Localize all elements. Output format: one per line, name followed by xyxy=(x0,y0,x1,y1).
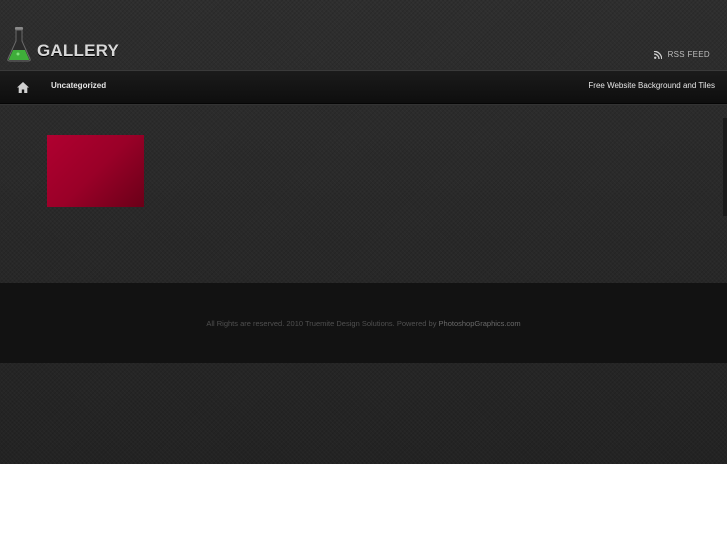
rss-feed-label: RSS FEED xyxy=(667,50,710,59)
site-logo[interactable]: GALLERY xyxy=(6,24,119,62)
main-nav: Uncategorized Free Website Background an… xyxy=(0,70,727,104)
nav-item-uncategorized[interactable]: Uncategorized xyxy=(51,81,106,90)
header: GALLERY RSS FEED xyxy=(0,0,727,70)
sidebar-edge xyxy=(723,118,727,216)
flask-icon xyxy=(7,27,31,62)
site-wrapper: GALLERY RSS FEED Uncategorized Free Webs… xyxy=(0,0,727,464)
footer-powered-by-link[interactable]: PhotoshopGraphics.com xyxy=(439,319,521,328)
gallery-thumbnail[interactable] xyxy=(47,135,144,207)
rss-feed-link[interactable]: RSS FEED xyxy=(653,50,710,59)
footer-copyright: All Rights are reserved. 2010 Truemite D… xyxy=(0,319,727,328)
footer-copyright-text: All Rights are reserved. 2010 Truemite D… xyxy=(206,319,439,328)
home-icon[interactable] xyxy=(17,82,29,93)
logo-text: GALLERY xyxy=(37,41,119,60)
rss-icon xyxy=(653,50,662,59)
nav-item-free-backgrounds[interactable]: Free Website Background and Tiles xyxy=(588,81,715,90)
footer: All Rights are reserved. 2010 Truemite D… xyxy=(0,283,727,363)
